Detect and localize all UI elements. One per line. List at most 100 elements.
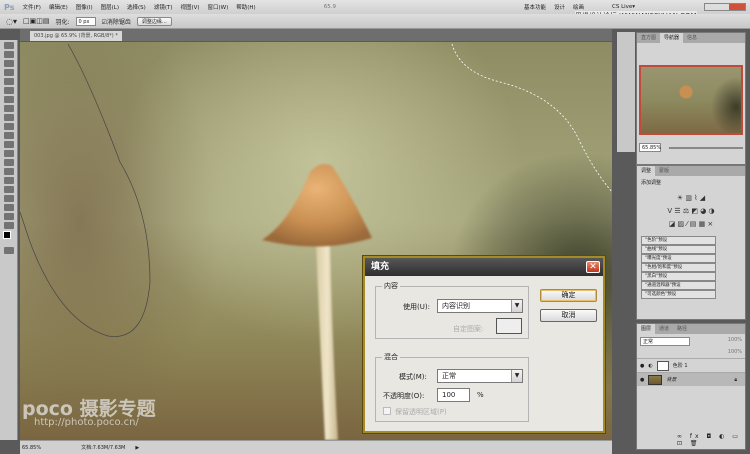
- custom-pattern-label: 自定图案:: [453, 325, 484, 333]
- preset-levels[interactable]: "色阶"预设: [641, 236, 716, 245]
- document-tab[interactable]: 003.jpg @ 65.9% (背景, RGB/8*) *: [30, 31, 122, 41]
- history-brush-icon[interactable]: [4, 123, 14, 130]
- 3d-tool-icon[interactable]: [4, 204, 14, 211]
- status-doc-size: 文档:7.63M/7.63M: [81, 445, 126, 451]
- preserve-transparency-label: 保留透明区域(P): [395, 408, 447, 416]
- status-zoom[interactable]: 65.85%: [22, 445, 41, 451]
- layers-footer-icons[interactable]: ∞ fx ◘ ◐ ▭ ⊡ 🗑︎: [677, 433, 745, 447]
- tab-navigator[interactable]: 导航器: [660, 33, 684, 43]
- move-tool-icon[interactable]: [4, 42, 14, 49]
- tab-masks[interactable]: 蒙版: [655, 166, 673, 176]
- eye-icon[interactable]: ●: [640, 363, 644, 369]
- lasso-tool-icon[interactable]: [4, 60, 14, 67]
- antialias-label: 消除锯齿: [106, 18, 131, 26]
- lasso-tool-icon[interactable]: ◌▾: [6, 17, 17, 26]
- chevron-down-icon: ▼: [511, 300, 522, 312]
- preset-curves[interactable]: "曲线"预设: [641, 245, 716, 254]
- blend-mode-select[interactable]: 正常: [640, 337, 690, 346]
- eye-icon[interactable]: ●: [640, 377, 644, 383]
- tab-info[interactable]: 信息: [683, 33, 701, 43]
- menu-file[interactable]: 文件(F): [22, 3, 40, 11]
- zoom-tool-icon[interactable]: [4, 222, 14, 229]
- marquee-tool-icon[interactable]: [4, 51, 14, 58]
- preserve-transparency-checkbox[interactable]: [383, 407, 391, 415]
- preset-hue-saturation[interactable]: "色相/饱和度"预设: [641, 263, 716, 272]
- navigator-thumbnail[interactable]: [639, 65, 743, 135]
- brush-tool-icon[interactable]: [4, 105, 14, 112]
- chevron-down-icon: ▼: [511, 370, 522, 382]
- window-controls[interactable]: [704, 3, 746, 11]
- eyedropper-tool-icon[interactable]: [4, 87, 14, 94]
- lasso-selection-left: [20, 43, 151, 337]
- menu-image[interactable]: 图像(I): [76, 3, 93, 11]
- mode-value: 正常: [442, 372, 456, 380]
- menu-edit[interactable]: 编辑(E): [49, 3, 68, 11]
- ok-button[interactable]: 确定: [540, 289, 597, 302]
- selection-mode-icons[interactable]: □▣◫▤: [23, 17, 49, 25]
- feather-input[interactable]: 0 px: [75, 16, 96, 26]
- cs-live[interactable]: CS Live▾: [612, 4, 635, 10]
- lock-icon: 🔒︎: [734, 376, 737, 383]
- layer-fill[interactable]: 100%: [728, 349, 742, 355]
- tab-adjustments[interactable]: 调整: [637, 166, 656, 176]
- blur-tool-icon[interactable]: [4, 150, 14, 157]
- lasso-selection-right: [451, 43, 612, 193]
- menu-select[interactable]: 选择(S): [127, 3, 146, 11]
- menu-view[interactable]: 视图(V): [180, 3, 199, 11]
- crop-tool-icon[interactable]: [4, 78, 14, 85]
- adjustment-layer-icon: ◐: [648, 362, 653, 369]
- preset-channel-mixer[interactable]: "通道混和器"预设: [641, 281, 716, 290]
- preset-exposure[interactable]: "曝光度"预设: [641, 254, 716, 263]
- mode-select[interactable]: 正常 ▼: [437, 369, 523, 383]
- opacity-input[interactable]: 100: [437, 388, 470, 402]
- zoom-level[interactable]: 65.9: [324, 4, 336, 10]
- layer-opacity[interactable]: 100%: [728, 337, 742, 346]
- stamp-tool-icon[interactable]: [4, 114, 14, 121]
- adjustment-presets-list: "色阶"预设 "曲线"预设 "曝光度"预设 "色相/饱和度"预设 "黑白"预设 …: [637, 236, 745, 299]
- use-value: 内容识别: [442, 302, 470, 310]
- status-menu-arrow-icon[interactable]: ▶: [135, 445, 139, 451]
- cancel-button[interactable]: 取消: [540, 309, 597, 322]
- shape-tool-icon[interactable]: [4, 195, 14, 202]
- tab-channels[interactable]: 通道: [655, 324, 673, 334]
- gradient-tool-icon[interactable]: [4, 141, 14, 148]
- color-swatches[interactable]: [3, 231, 15, 245]
- workspace-design[interactable]: 设计: [554, 3, 565, 11]
- layer-row-background[interactable]: ● 背景 🔒︎: [637, 372, 745, 386]
- dodge-tool-icon[interactable]: [4, 159, 14, 166]
- menu-window[interactable]: 窗口(W): [208, 3, 229, 11]
- mushroom-stem: [316, 242, 338, 440]
- navigator-zoom-input[interactable]: 65.85%: [639, 143, 661, 152]
- navigator-zoom-slider[interactable]: [669, 146, 743, 149]
- custom-pattern-picker: [496, 318, 522, 334]
- tab-layers[interactable]: 图层: [637, 324, 656, 334]
- blending-legend: 混合: [384, 353, 398, 361]
- quick-select-tool-icon[interactable]: [4, 69, 14, 76]
- path-select-tool-icon[interactable]: [4, 186, 14, 193]
- pen-tool-icon[interactable]: [4, 168, 14, 175]
- menu-filter[interactable]: 滤镜(T): [154, 3, 173, 11]
- type-tool-icon[interactable]: [4, 177, 14, 184]
- tab-paths[interactable]: 路径: [673, 324, 691, 334]
- adjustments-title: 添加调整: [641, 180, 662, 186]
- menu-layer[interactable]: 图层(L): [101, 3, 119, 11]
- preset-selective-color[interactable]: "可选颜色"预设: [641, 290, 716, 299]
- close-icon[interactable]: ✕: [586, 261, 600, 273]
- antialias-checkbox[interactable]: ☑消除锯齿: [102, 17, 131, 26]
- preset-black-white[interactable]: "黑白"预设: [641, 272, 716, 281]
- eraser-tool-icon[interactable]: [4, 132, 14, 139]
- quick-mask-icon[interactable]: [4, 247, 14, 254]
- use-select[interactable]: 内容识别 ▼: [437, 299, 523, 313]
- refine-edge-button[interactable]: 调整边缘...: [136, 16, 172, 26]
- workspace-painting[interactable]: 绘画: [573, 3, 584, 11]
- percent-label: %: [477, 391, 484, 399]
- healing-tool-icon[interactable]: [4, 96, 14, 103]
- adjustment-icons[interactable]: ☀ ▥ ⌇ ◢ V ☰ ⚖ ◩ ◕ ◑ ◪ ▨ ⁄ ▤ ▦ ⨯: [637, 192, 745, 231]
- contents-legend: 内容: [384, 282, 398, 290]
- layer-row-levels[interactable]: ● ◐ 色阶 1: [637, 358, 745, 372]
- hand-tool-icon[interactable]: [4, 213, 14, 220]
- menu-help[interactable]: 帮助(H): [236, 3, 255, 11]
- tab-histogram[interactable]: 直方图: [637, 33, 660, 43]
- mushroom-cap: [262, 164, 372, 247]
- workspace-essentials[interactable]: 基本功能: [524, 3, 546, 11]
